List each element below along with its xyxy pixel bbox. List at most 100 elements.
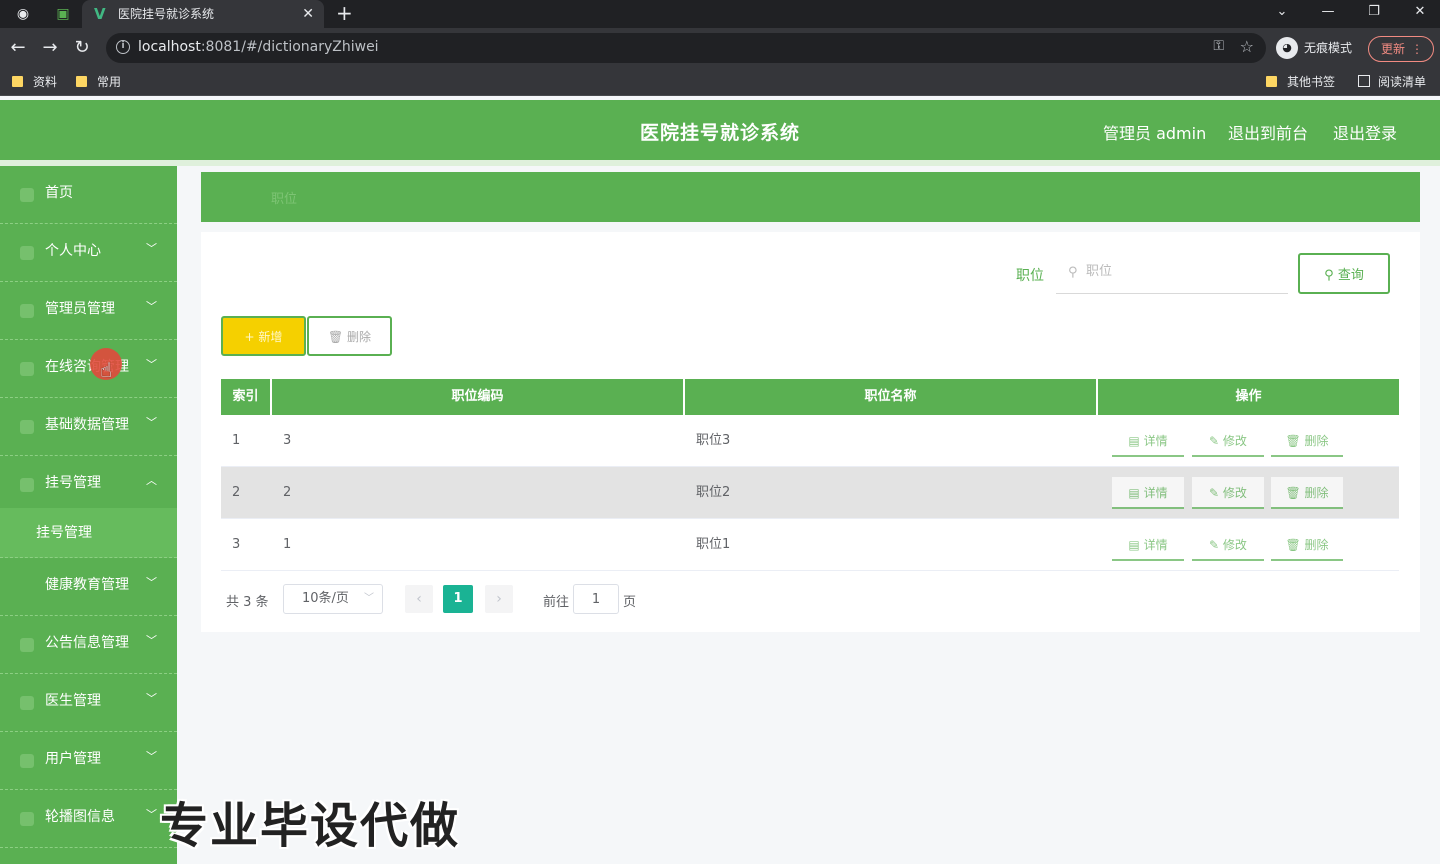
pagination: 共 3 条 10条/页 ﹀ ‹ 1 › 前往 页 [221,584,821,614]
chevron-down-icon: ﹀ [146,242,157,255]
col-header-index: 索引 [221,379,272,415]
app-title: 医院挂号就诊系统 [639,122,800,144]
table-header: 索引 职位编码 职位名称 操作 [221,379,1399,415]
chevron-down-icon: ﹀ [146,634,157,647]
page-size-value: 10条/页 [302,591,349,606]
edit-icon: ✎ [1209,433,1223,448]
sidebar-item-basic-data[interactable]: 基础数据管理 ﹀ [0,398,177,456]
sidebar-item-announcements[interactable]: 公告信息管理 ﹀ [0,616,177,674]
search-icon: ⚲ [1068,265,1078,280]
update-button[interactable]: 更新 ⋮ [1368,36,1434,62]
add-button-label: 新增 [258,329,283,344]
row-delete-button[interactable]: 🗑 删除 [1271,529,1343,561]
search-icon: ⚲ [1324,268,1338,283]
edit-button[interactable]: ✎ 修改 [1192,425,1264,457]
current-page[interactable]: 1 [443,585,473,613]
sidebar-item-health-education[interactable]: 健康教育管理 ﹀ [0,558,177,616]
chevron-down-icon: ﹀ [364,593,374,604]
bookmark-ziliao[interactable]: 资料 [12,68,57,96]
row-delete-button[interactable]: 🗑 删除 [1271,477,1343,509]
batch-delete-label: 删除 [347,329,372,344]
detail-label: 详情 [1143,537,1168,552]
address-bar[interactable]: i localhost:8081/#/dictionaryZhiwei ⚿ ☆ [106,33,1266,63]
pagination-total: 共 3 条 [226,595,269,610]
detail-button[interactable]: ▤ 详情 [1112,425,1184,457]
sidebar-subitem-registration[interactable]: 挂号管理 [0,508,177,558]
exit-to-front-link[interactable]: 退出到前台 [1228,120,1308,144]
sidebar-item-label: 挂号管理 [45,475,101,491]
other-bookmarks[interactable]: 其他书签 [1266,68,1335,96]
edit-label: 修改 [1222,433,1247,448]
tab-search-icon[interactable]: ⌄ [1270,0,1294,24]
col-header-code: 职位编码 [272,379,685,415]
new-tab-icon[interactable]: + [336,0,353,26]
goto-page-input[interactable] [573,584,619,614]
query-button[interactable]: ⚲ 查询 [1298,253,1390,294]
browser-toolbar: ← → ↻ i localhost:8081/#/dictionaryZhiwe… [0,28,1440,68]
incognito-indicator[interactable]: ◕ 无痕模式 [1276,37,1352,59]
users-icon [20,754,34,768]
minimize-icon[interactable]: — [1316,0,1340,24]
announcement-icon [20,638,34,652]
sidebar: 首页 个人中心 ﹀ 管理员管理 ﹀ 在线咨询管理 ﹀ 基础数据管理 ﹀ 挂号管理… [0,166,177,864]
chevron-down-icon: ﹀ [146,358,157,371]
add-button[interactable]: + 新增 [221,316,306,356]
batch-delete-button[interactable]: 🗑 删除 [307,316,392,356]
more-menu-icon: ⋮ [1411,42,1423,56]
search-field[interactable]: ⚲ [1056,254,1288,294]
sidebar-item-registration[interactable]: 挂号管理 ︿ [0,456,177,514]
detail-button[interactable]: ▤ 详情 [1112,529,1184,561]
query-button-label: 查询 [1337,268,1364,283]
url-text[interactable]: localhost:8081/#/dictionaryZhiwei [138,39,379,55]
next-page-icon[interactable]: › [485,585,513,613]
current-user: 管理员 admin [1103,124,1207,143]
browser-tab-active[interactable]: V 医院挂号就诊系统 ✕ [82,0,324,28]
chevron-down-icon: ﹀ [146,692,157,705]
bookmark-changyong[interactable]: 常用 [76,68,121,96]
detail-button[interactable]: ▤ 详情 [1112,477,1184,509]
sidebar-item-users[interactable]: 用户管理 ﹀ [0,732,177,790]
forward-icon[interactable]: → [38,36,62,60]
sidebar-item-admin-management[interactable]: 管理员管理 ﹀ [0,282,177,340]
reading-list[interactable]: 阅读清单 [1358,68,1426,96]
site-info-icon[interactable]: i [116,40,130,54]
trash-icon: 🗑 [1285,433,1305,448]
row-delete-button[interactable]: 🗑 删除 [1271,425,1343,457]
update-label: 更新 [1381,42,1406,56]
search-input[interactable] [1086,264,1276,279]
prev-page-icon[interactable]: ‹ [405,585,433,613]
hand-cursor-icon: ☝ [100,358,113,382]
back-icon[interactable]: ← [6,36,30,60]
page-size-select[interactable]: 10条/页 ﹀ [283,584,383,614]
document-icon: ▤ [1128,485,1144,500]
close-tab-icon[interactable]: ✕ [302,0,314,28]
logout-link[interactable]: 退出登录 [1333,120,1397,144]
goto-label: 前往 [543,595,570,610]
edit-button[interactable]: ✎ 修改 [1192,529,1264,561]
table-row: 2 2 职位2 ▤ 详情 ✎ 修改 🗑 删除 [221,467,1399,519]
plus-icon: + [244,329,259,344]
close-window-icon[interactable]: ✕ [1408,0,1432,24]
folder-icon [1266,76,1277,87]
sidebar-item-home[interactable]: 首页 [0,166,177,224]
sidebar-item-label: 公告信息管理 [45,635,129,651]
sidebar-item-label: 医生管理 [45,693,101,709]
cell-name: 职位2 [696,485,731,500]
sidebar-item-carousel[interactable]: 轮播图信息 ﹀ [0,790,177,848]
chrome-menu-icon[interactable]: ◉ [12,4,34,24]
url-host: localhost [138,39,201,55]
maximize-icon[interactable]: ❐ [1362,0,1386,24]
folder-icon [76,76,87,87]
pinned-tab-icon[interactable]: ▣ [52,4,74,24]
sidebar-item-online-consult[interactable]: 在线咨询管理 ﹀ [0,340,177,398]
bookmark-star-icon[interactable]: ☆ [1240,37,1254,56]
password-key-icon[interactable]: ⚿ [1213,38,1224,54]
user-icon [20,246,34,260]
delete-label: 删除 [1304,485,1329,500]
sidebar-item-personal-center[interactable]: 个人中心 ﹀ [0,224,177,282]
chevron-down-icon: ﹀ [146,576,157,589]
sidebar-item-doctors[interactable]: 医生管理 ﹀ [0,674,177,732]
sidebar-subitem-label: 挂号管理 [36,525,92,541]
edit-button[interactable]: ✎ 修改 [1192,477,1264,509]
reload-icon[interactable]: ↻ [70,36,94,60]
